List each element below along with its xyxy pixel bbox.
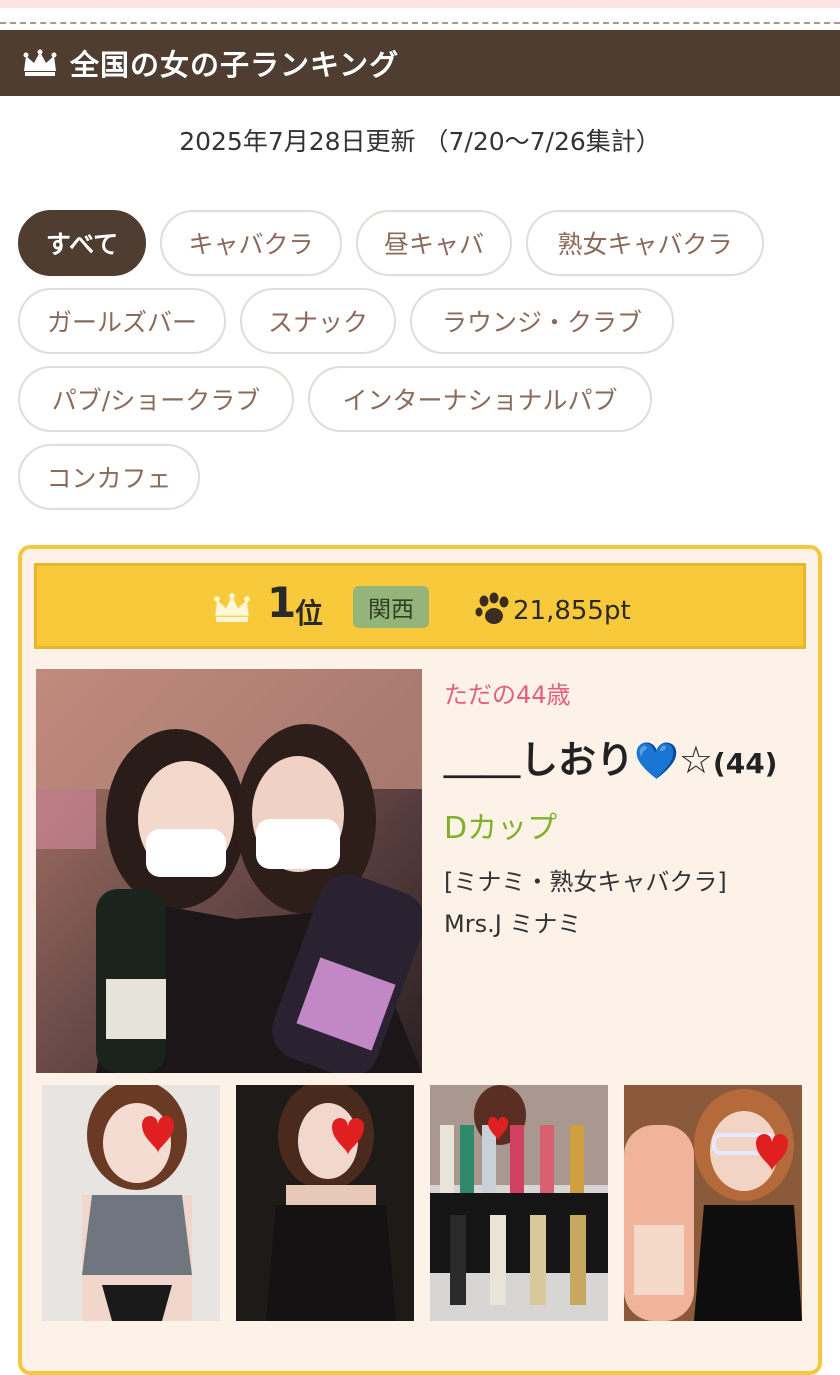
ranking-card[interactable]: 1 位 関西 21,855pt ただの44歳 ＿＿しおり💙☆(44) Dカップ … <box>18 545 822 1375</box>
cup-size: Dカップ <box>444 811 558 846</box>
page-title: 全国の女の子ランキング <box>70 48 400 82</box>
rank-number: 1 <box>267 578 297 627</box>
rank-bar: 1 位 関西 21,855pt <box>34 563 806 649</box>
region-badge: 関西 <box>353 586 429 628</box>
girl-name-text: ＿＿しおり <box>444 738 635 782</box>
filter-pub-showclub[interactable]: パブ/ショークラブ <box>18 366 294 432</box>
filter-cabaret[interactable]: キャバクラ <box>160 210 342 276</box>
points-value: 21,855pt <box>513 596 631 626</box>
crown-icon <box>214 593 250 622</box>
girl-age: (44) <box>712 747 778 780</box>
crown-icon <box>23 49 57 76</box>
girl-name[interactable]: ＿＿しおり💙☆(44) <box>444 729 777 784</box>
thumbnail-photo[interactable] <box>624 1085 802 1321</box>
paw-icon <box>475 592 509 624</box>
filter-girls-bar[interactable]: ガールズバー <box>18 288 226 354</box>
thumbnail-photo[interactable] <box>236 1085 414 1321</box>
update-date: 2025年7月28日更新 （7/20〜7/26集計） <box>179 127 661 156</box>
filter-snack[interactable]: スナック <box>240 288 396 354</box>
star-icon: ☆ <box>678 738 713 782</box>
top-strip <box>0 0 840 8</box>
blue-heart-icon: 💙 <box>634 741 679 782</box>
filter-day-cabaret[interactable]: 昼キャバ <box>356 210 512 276</box>
thumbnail-photo[interactable] <box>430 1085 608 1321</box>
shop-info[interactable]: [ミナミ・熟女キャバクラ] Mrs.J ミナミ <box>444 861 727 945</box>
catchphrase: ただの44歳 <box>444 681 571 709</box>
profile-photo[interactable] <box>36 669 422 1073</box>
filter-all[interactable]: すべて <box>18 210 146 276</box>
shop-category: [ミナミ・熟女キャバクラ] <box>444 868 727 896</box>
photo-thumbnails <box>42 1085 802 1321</box>
filter-concept-cafe[interactable]: コンカフェ <box>18 444 200 510</box>
ranking-header: 全国の女の子ランキング <box>0 30 840 96</box>
filter-international-pub[interactable]: インターナショナルパブ <box>308 366 652 432</box>
filter-lounge-club[interactable]: ラウンジ・クラブ <box>410 288 674 354</box>
filter-mature-cabaret[interactable]: 熟女キャバクラ <box>526 210 764 276</box>
shop-name: Mrs.J ミナミ <box>444 910 582 938</box>
thumbnail-photo[interactable] <box>42 1085 220 1321</box>
dashed-divider <box>0 22 840 24</box>
rank-suffix: 位 <box>295 597 324 630</box>
